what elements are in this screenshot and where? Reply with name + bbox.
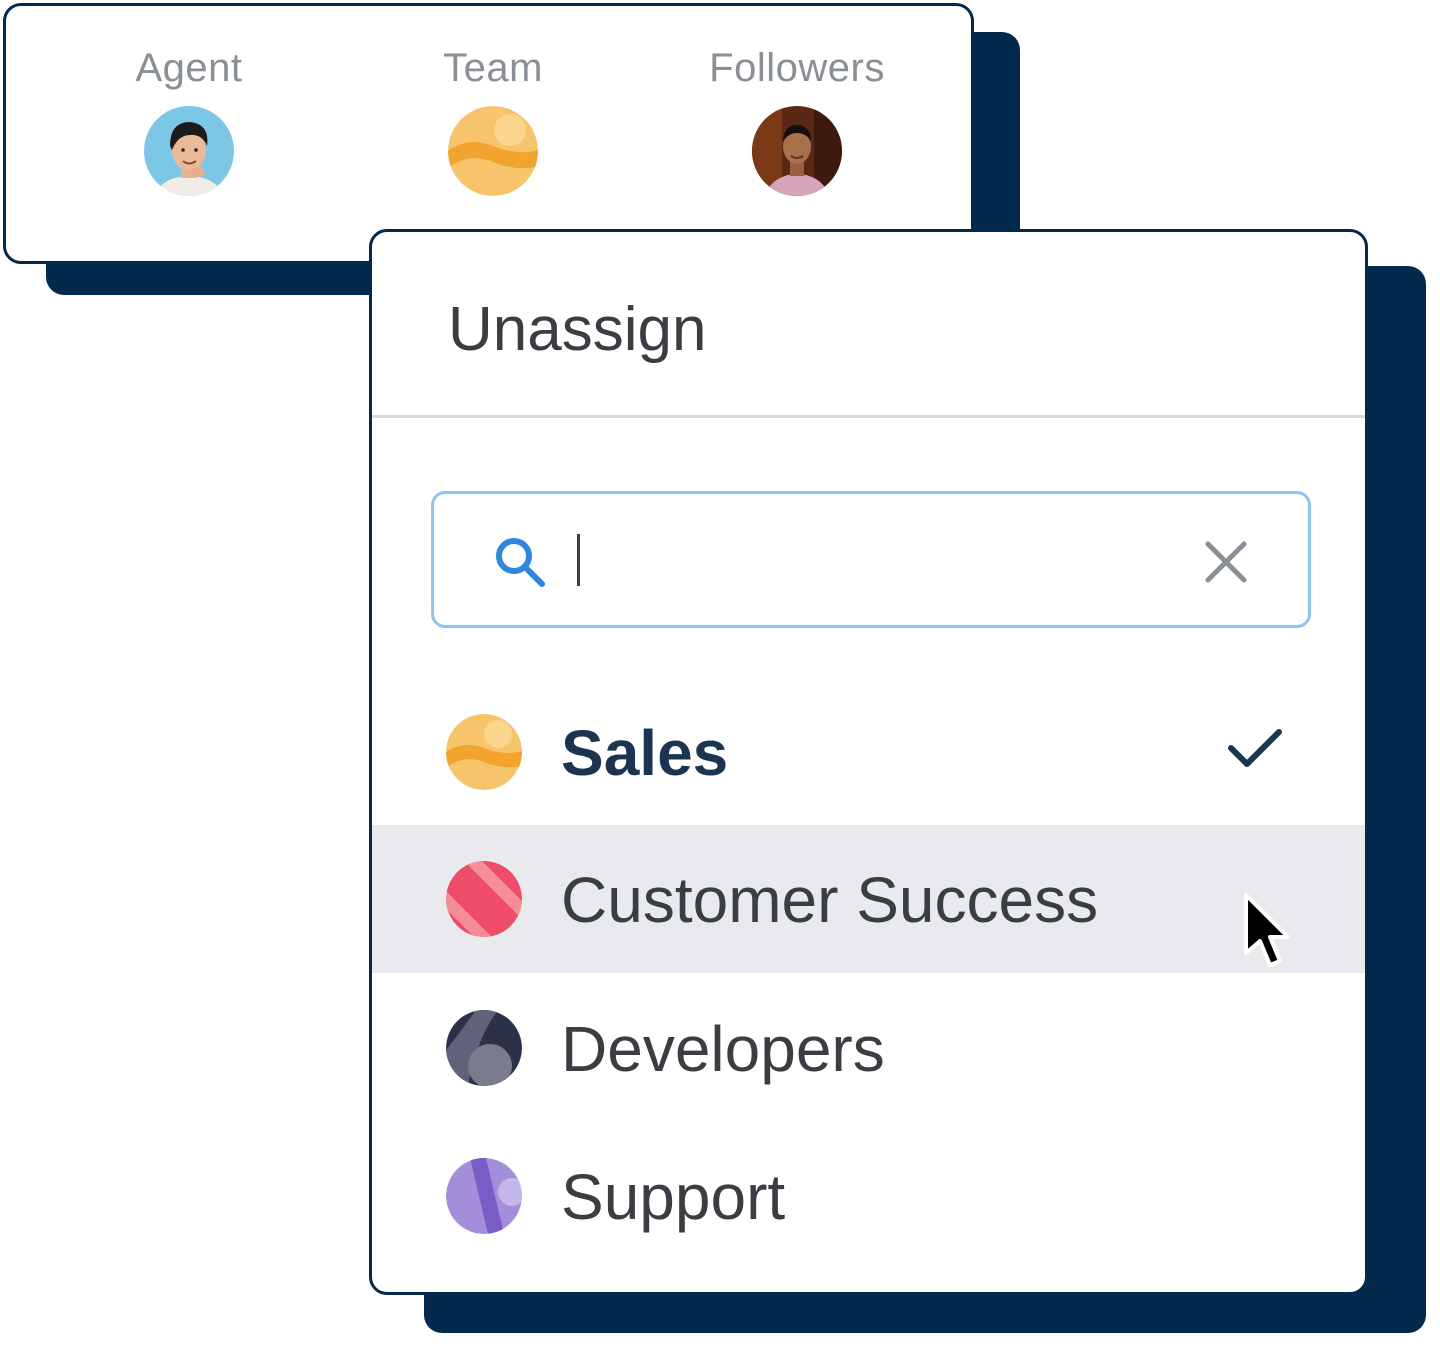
team-option-label: Sales (561, 717, 729, 789)
team-option-label: Customer Success (561, 864, 1099, 936)
search-box[interactable] (431, 491, 1311, 628)
team-column: Team (343, 44, 643, 196)
sales-team-icon (446, 714, 522, 790)
menu-divider (372, 415, 1365, 418)
team-option-developers[interactable]: Developers (372, 974, 1365, 1122)
close-icon[interactable] (1202, 538, 1250, 586)
team-option-customer-success[interactable]: Customer Success (372, 825, 1365, 973)
check-icon (1228, 729, 1282, 767)
team-select-dropdown: Unassign Sales Customer Success Develope… (369, 229, 1368, 1295)
agent-avatar[interactable] (144, 106, 234, 196)
developers-team-icon (446, 1010, 522, 1086)
search-icon (496, 538, 545, 587)
team-label: Team (443, 46, 543, 90)
unassign-option[interactable]: Unassign (448, 294, 706, 366)
text-caret (577, 534, 580, 586)
team-avatar[interactable] (448, 106, 538, 196)
search-input[interactable] (584, 524, 1178, 596)
team-option-support[interactable]: Support (372, 1122, 1365, 1270)
support-team-icon (446, 1158, 522, 1234)
followers-label: Followers (709, 46, 885, 90)
cursor-icon (1244, 893, 1290, 967)
followers-column: Followers (647, 44, 947, 196)
assignment-card: Agent Team Followers (3, 3, 974, 264)
team-option-label: Developers (561, 1013, 885, 1085)
team-option-sales[interactable]: Sales (372, 678, 1365, 826)
agent-column: Agent (39, 44, 339, 196)
follower-avatar[interactable] (752, 106, 842, 196)
customer-success-team-icon (446, 861, 522, 937)
team-option-label: Support (561, 1161, 786, 1233)
agent-label: Agent (135, 46, 243, 90)
